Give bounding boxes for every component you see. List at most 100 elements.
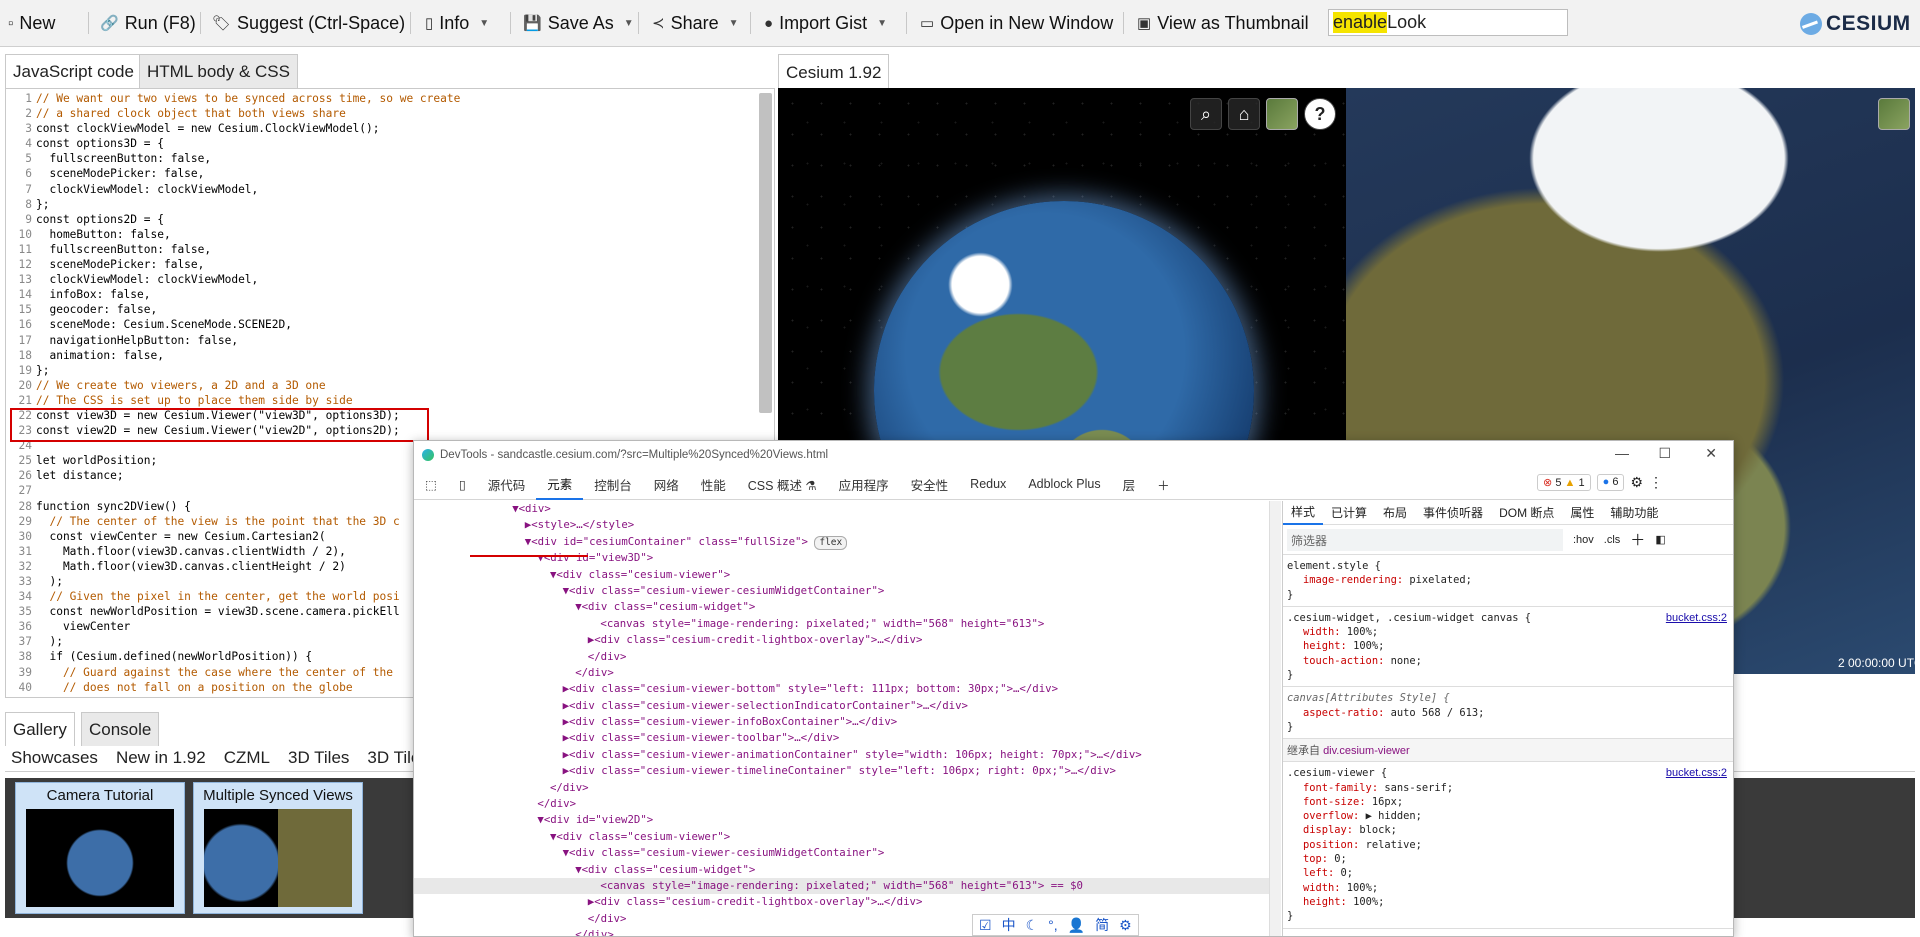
share-menu[interactable]: ≺ Share ▼ <box>652 10 739 36</box>
tab-elements[interactable]: 元素 <box>536 469 584 500</box>
style-property[interactable]: font-size: 16px; <box>1287 795 1731 809</box>
code-line[interactable]: 10 homeButton: false, <box>6 227 460 242</box>
dom-node[interactable]: ▶<div class="cesium-viewer-timelineConta… <box>414 763 1269 779</box>
ime-button[interactable]: °, <box>1048 917 1058 933</box>
dom-node[interactable]: <canvas style="image-rendering: pixelate… <box>414 877 1269 895</box>
save-as-menu[interactable]: 💾 Save As ▼ <box>523 10 634 36</box>
styles-subtab[interactable]: 辅助功能 <box>1602 501 1666 525</box>
code-line[interactable]: 2 // a shared clock object that both view… <box>6 106 460 121</box>
styles-subtab[interactable]: 已计算 <box>1323 501 1375 525</box>
dom-node[interactable]: ▼<div class="cesium-viewer-cesiumWidgetC… <box>414 845 1269 861</box>
dom-node[interactable]: ▶<div class="cesium-viewer-toolbar">…</d… <box>414 730 1269 746</box>
code-line[interactable]: 4 const options3D = { <box>6 136 460 151</box>
category-czml[interactable]: CZML <box>224 748 270 768</box>
dom-node[interactable]: </div> <box>414 796 1269 812</box>
style-property[interactable]: touch-action: none; <box>1287 654 1731 668</box>
maximize-icon[interactable]: ☐ <box>1658 445 1671 462</box>
code-line[interactable]: 32 Math.floor(view3D.canvas.clientHeight… <box>6 559 460 574</box>
gallery-card-multiple-synced-views[interactable]: Multiple Synced Views <box>193 782 363 914</box>
search-input[interactable]: enable Look <box>1328 9 1568 36</box>
code-line[interactable]: 11 fullscreenButton: false, <box>6 242 460 257</box>
dom-node[interactable]: ▼<div class="cesium-viewer"> <box>414 567 1269 583</box>
code-line[interactable]: 12 sceneModePicker: false, <box>6 257 460 272</box>
code-line[interactable]: 36 viewCenter <box>6 619 460 634</box>
style-property[interactable]: height: 100%; <box>1287 895 1731 909</box>
dom-node[interactable]: ▼<div id="view2D"> <box>414 812 1269 828</box>
code-line[interactable]: 13 clockViewModel: clockViewModel, <box>6 272 460 287</box>
ime-button[interactable]: 中 <box>1002 915 1016 935</box>
dom-node[interactable]: ▼<div class="cesium-widget"> <box>414 862 1269 878</box>
info-menu[interactable]: ▯ Info ▼ <box>425 10 489 36</box>
code-line[interactable]: 29 // The center of the view is the poin… <box>6 514 460 529</box>
rule-source-link[interactable]: bucket.css:2 <box>1666 611 1727 625</box>
code-line[interactable]: 26 let distance; <box>6 468 460 483</box>
code-line[interactable]: 9 const options2D = { <box>6 212 460 227</box>
hov-toggle[interactable]: :hov <box>1573 534 1594 546</box>
code-line[interactable]: 39 // Guard against the case where the c… <box>6 665 460 680</box>
styles-subtab[interactable]: 样式 <box>1283 501 1324 525</box>
dom-node[interactable]: ▶<div class="cesium-credit-lightbox-over… <box>414 894 1269 910</box>
inspect-icon[interactable]: ⬚ <box>414 469 448 500</box>
run-button[interactable]: 🔗 Run (F8) <box>100 10 196 36</box>
style-property[interactable]: position: relative; <box>1287 838 1731 852</box>
dom-node[interactable]: </div> <box>414 911 1269 927</box>
dom-tree[interactable]: ▼<div> ▶<style>…</style> ▼<div id="cesiumC… <box>414 501 1269 936</box>
code-line[interactable]: 31 Math.floor(view3D.canvas.clientWidth … <box>6 544 460 559</box>
open-new-window-button[interactable]: ▭ Open in New Window <box>920 10 1113 36</box>
dom-node[interactable]: ▶<style>…</style> <box>414 517 1269 533</box>
base-layer-picker-icon[interactable] <box>1266 98 1298 130</box>
style-property[interactable]: left: 0; <box>1287 866 1731 880</box>
style-property[interactable]: display: block; <box>1287 823 1731 837</box>
dom-node[interactable]: ▼<div id="view3D"> <box>414 550 1269 566</box>
tab-security[interactable]: 安全性 <box>900 469 960 500</box>
style-property[interactable]: aspect-ratio: auto 568 / 613; <box>1287 706 1731 720</box>
styles-subtab[interactable]: 布局 <box>1375 501 1415 525</box>
category-3d-tiles[interactable]: 3D Tiles <box>288 748 349 768</box>
code-line[interactable]: 37 ); <box>6 634 460 649</box>
dom-node[interactable]: ▼<div class="cesium-widget"> <box>414 599 1269 615</box>
tab-network[interactable]: 网络 <box>643 469 690 500</box>
tab-console[interactable]: Console <box>81 712 160 746</box>
style-rule[interactable]: element.style {image-rendering: pixelate… <box>1283 555 1733 607</box>
category-showcases[interactable]: Showcases <box>11 748 98 768</box>
dom-node[interactable]: ▼<div id="cesiumContainer" class="fullSi… <box>414 534 1269 550</box>
code-line[interactable]: 15 geocoder: false, <box>6 302 460 317</box>
message-count[interactable]: ● 6 <box>1596 474 1625 491</box>
ime-button[interactable]: ☾ <box>1026 917 1039 934</box>
code-line[interactable]: 30 const viewCenter = new Cesium.Cartesi… <box>6 529 460 544</box>
code-line[interactable]: 7 clockViewModel: clockViewModel, <box>6 182 460 197</box>
error-count[interactable]: ⊗ 5 ▲ 1 <box>1537 474 1591 491</box>
dom-node[interactable]: ▼<div> <box>414 501 1269 517</box>
dom-node[interactable]: ▶<div class="cesium-viewer-infoBoxContai… <box>414 714 1269 730</box>
tab-sources[interactable]: 源代码 <box>477 469 537 500</box>
tab-performance[interactable]: 性能 <box>690 469 737 500</box>
tab-cesium-version[interactable]: Cesium 1.92 <box>778 54 890 88</box>
add-tab-icon[interactable]: ＋ <box>1146 469 1181 500</box>
ime-button[interactable]: ☑ <box>979 917 992 934</box>
code-line[interactable]: 3 const clockViewModel = new Cesium.Clock… <box>6 121 460 136</box>
cls-toggle[interactable]: .cls <box>1604 534 1621 546</box>
code-line[interactable]: 5 fullscreenButton: false, <box>6 151 460 166</box>
home-icon[interactable]: ⌂ <box>1228 98 1260 130</box>
style-property[interactable]: top: 0; <box>1287 852 1731 866</box>
code-line[interactable]: 40 // does not fall on a position on the… <box>6 680 460 695</box>
code-line[interactable]: 17 navigationHelpButton: false, <box>6 333 460 348</box>
styles-filter-input[interactable]: 筛选器 <box>1287 528 1563 551</box>
device-toggle-icon[interactable]: ▯ <box>448 469 477 500</box>
styles-subtab[interactable]: 属性 <box>1562 501 1602 525</box>
close-icon[interactable]: ✕ <box>1705 445 1717 462</box>
code-line[interactable]: 38 if (Cesium.defined(newWorldPosition))… <box>6 649 460 664</box>
code-line[interactable]: 27 <box>6 483 460 498</box>
style-property[interactable]: font-family: sans-serif; <box>1287 781 1731 795</box>
ime-button[interactable]: 简 <box>1095 915 1109 935</box>
dom-node[interactable]: ▶<div class="cesium-credit-lightbox-over… <box>414 632 1269 648</box>
editor-scrollbar[interactable] <box>759 93 772 413</box>
dom-node[interactable]: ▶<div class="cesium-viewer-bottom" style… <box>414 681 1269 697</box>
styles-subtab[interactable]: 事件侦听器 <box>1415 501 1491 525</box>
settings-gear-icon[interactable]: ⚙ <box>1630 474 1643 491</box>
styles-subtab[interactable]: DOM 断点 <box>1491 501 1562 525</box>
style-rule[interactable]: .cesium-widget, .cesium-widget canvas {b… <box>1283 607 1733 688</box>
code-line[interactable]: 33 ); <box>6 574 460 589</box>
style-property[interactable]: overflow: ▶ hidden; <box>1287 809 1731 823</box>
rule-source-link[interactable]: bucket.css:2 <box>1666 766 1727 780</box>
